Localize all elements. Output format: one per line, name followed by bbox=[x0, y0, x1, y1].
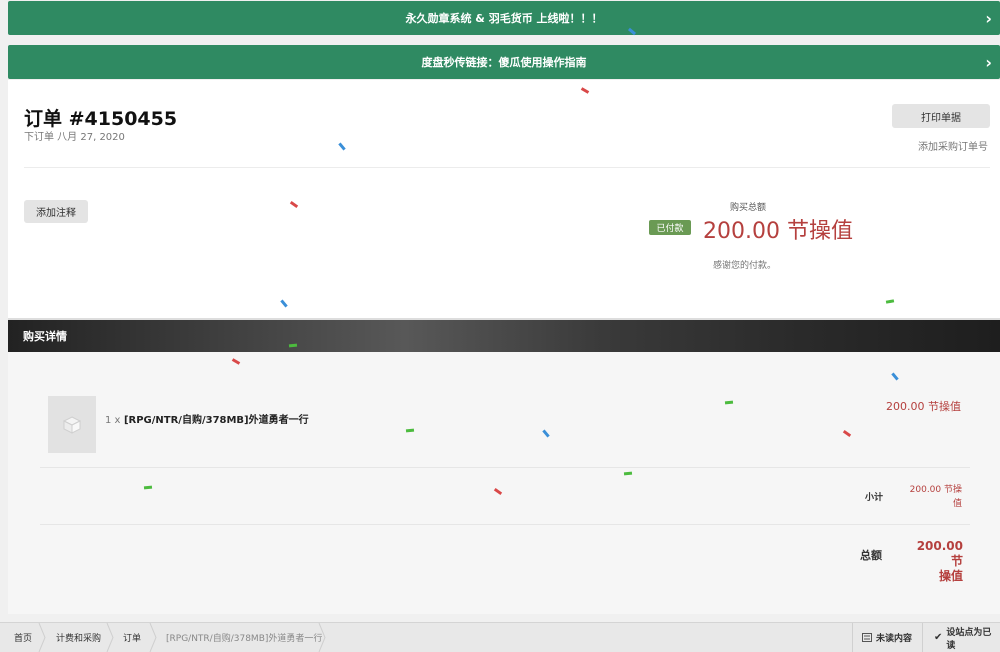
check-icon: ✔ bbox=[934, 632, 943, 643]
print-invoice-button[interactable]: 打印单据 bbox=[892, 104, 990, 128]
purchase-total-amount: 200.00 节操值 bbox=[703, 219, 853, 244]
paid-status-badge: 已付款 bbox=[649, 220, 691, 235]
row-divider bbox=[40, 467, 970, 468]
chevron-right-icon: › bbox=[985, 52, 992, 72]
grand-total-value: 200.00 节 操值 bbox=[903, 539, 963, 584]
unread-content-label: 未读内容 bbox=[876, 634, 913, 644]
purchase-details-panel: 1 x [RPG/NTR/自购/378MB]外道勇者一行 200.00 节操值 … bbox=[8, 352, 1000, 614]
announcement-banner-2[interactable]: 度盘秒传链接：傻瓜使用操作指南 › bbox=[8, 45, 1000, 79]
order-title: 订单 #4150455 bbox=[24, 108, 178, 130]
breadcrumb-billing[interactable]: 计费和采购 bbox=[56, 623, 101, 652]
order-date: 下订单 八月 27, 2020 bbox=[24, 132, 125, 143]
subtotal-value-line: 值 bbox=[952, 499, 962, 509]
chevron-right-icon: › bbox=[985, 8, 992, 28]
grand-total-line: 操值 bbox=[938, 569, 963, 583]
thank-you-message: 感谢您的付款。 bbox=[713, 261, 777, 271]
box-icon bbox=[62, 415, 82, 434]
item-name[interactable]: 1 x [RPG/NTR/自购/378MB]外道勇者一行 bbox=[105, 411, 309, 426]
grand-total-label: 总额 bbox=[860, 549, 882, 562]
row-divider bbox=[40, 524, 970, 525]
subtotal-label: 小计 bbox=[865, 493, 884, 503]
footer-separator bbox=[852, 623, 853, 652]
section-title: 购买详情 bbox=[23, 330, 67, 343]
unread-content-link[interactable]: 未读内容 bbox=[862, 623, 912, 652]
announcement-banner-1[interactable]: 永久勋章系统 & 羽毛货币 上线啦！！！ › bbox=[8, 1, 1000, 35]
subtotal-value: 200.00 节操 值 bbox=[906, 483, 962, 511]
footer-separator bbox=[922, 623, 923, 652]
purchase-details-header: 购买详情 bbox=[8, 318, 1000, 352]
subtotal-value-line: 200.00 节操 bbox=[909, 485, 962, 495]
breadcrumb-separator-icon bbox=[38, 623, 46, 652]
product-thumbnail[interactable] bbox=[48, 396, 96, 453]
mark-site-read-label: 设站点为已读 bbox=[946, 627, 992, 651]
add-po-number-link[interactable]: 添加采购订单号 bbox=[918, 138, 988, 153]
purchase-total-label: 购买总额 bbox=[730, 203, 767, 213]
breadcrumb-separator-icon bbox=[106, 623, 114, 652]
item-quantity: 1 x bbox=[105, 415, 121, 426]
breadcrumb-separator-icon bbox=[149, 623, 157, 652]
list-icon bbox=[862, 633, 872, 642]
footer-bar: 首页 计费和采购 订单 [RPG/NTR/自购/378MB]外道勇者一行 未读内… bbox=[0, 622, 1000, 652]
breadcrumb-orders[interactable]: 订单 bbox=[123, 623, 141, 652]
item-price: 200.00 节操值 bbox=[886, 400, 961, 413]
add-note-button[interactable]: 添加注释 bbox=[24, 200, 88, 223]
mark-site-read-link[interactable]: ✔ 设站点为已读 bbox=[934, 623, 1000, 652]
grand-total-line: 200.00 节 bbox=[916, 539, 963, 568]
banner-text: 永久勋章系统 & 羽毛货币 上线啦！！！ bbox=[405, 12, 603, 25]
breadcrumb-current: [RPG/NTR/自购/378MB]外道勇者一行 bbox=[166, 634, 323, 644]
banner-text: 度盘秒传链接：傻瓜使用操作指南 bbox=[421, 56, 587, 69]
order-panel: 订单 #4150455 下订单 八月 27, 2020 打印单据 添加采购订单号… bbox=[8, 80, 1000, 318]
breadcrumb-separator-icon bbox=[318, 623, 326, 652]
breadcrumb-home[interactable]: 首页 bbox=[14, 623, 32, 652]
item-title: [RPG/NTR/自购/378MB]外道勇者一行 bbox=[123, 415, 309, 426]
divider bbox=[24, 167, 990, 168]
